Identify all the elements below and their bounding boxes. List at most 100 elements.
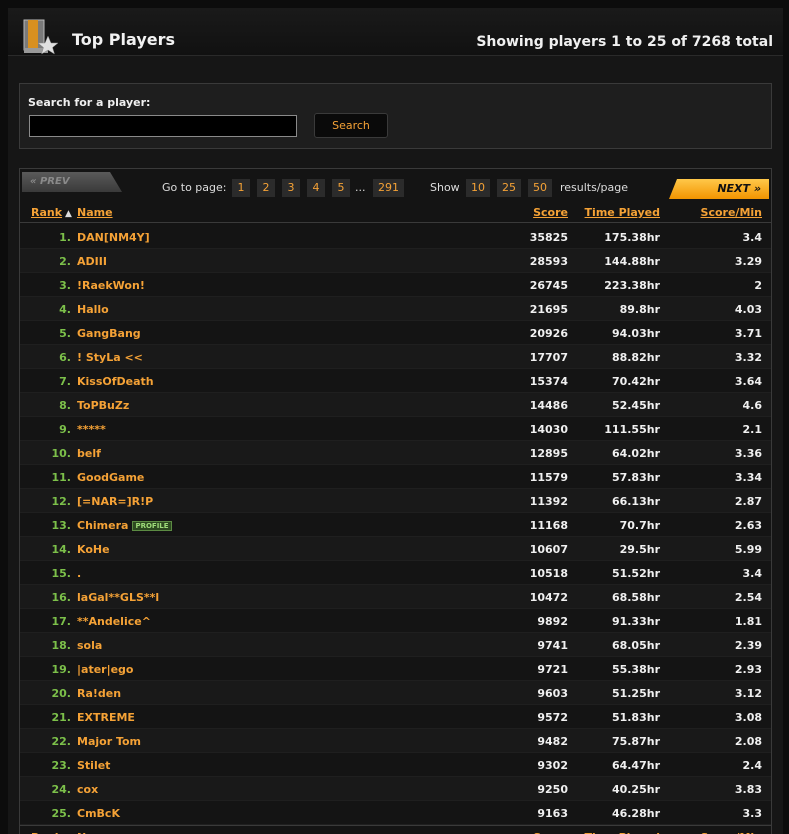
page-size-10[interactable]: 10 xyxy=(466,179,490,197)
page-link-1[interactable]: 1 xyxy=(232,179,250,197)
player-score-per-min-text: 5.99 xyxy=(734,543,762,556)
player-score: 9572 xyxy=(537,711,568,724)
player-name-link[interactable]: ! StyLa << xyxy=(77,351,143,364)
player-name-link[interactable]: sola xyxy=(77,639,102,652)
player-name-link[interactable]: KissOfDeath xyxy=(77,375,154,388)
name-column-header[interactable]: Name xyxy=(77,206,113,219)
player-time-played-text: 64.02hr xyxy=(611,447,660,460)
leaderboard-panel: Top Players Showing players 1 to 25 of 7… xyxy=(8,8,783,834)
player-rank: 12. xyxy=(52,495,72,508)
player-score-text: 28593 xyxy=(529,255,568,268)
player-time-played: 89.8hr xyxy=(620,303,660,316)
table-row: 25. CmBcK 9163 46.28hr 3.3 xyxy=(20,801,771,825)
player-time-played: 70.42hr xyxy=(612,375,660,388)
player-rank: 18. xyxy=(52,639,72,652)
player-name-link-text: !RaekWon! xyxy=(77,279,145,292)
player-name-link[interactable]: cox xyxy=(77,783,98,796)
player-rank: 2. xyxy=(59,255,71,268)
player-score-per-min: 3.64 xyxy=(735,375,762,388)
player-name-link[interactable]: Stilet xyxy=(77,759,110,772)
player-score-per-min-text: 3.36 xyxy=(734,447,762,460)
player-name-link[interactable]: KoHe xyxy=(77,543,110,556)
player-time-played-text: 57.83hr xyxy=(611,471,660,484)
player-score-per-min-text: 2.39 xyxy=(734,639,762,652)
player-name-link[interactable]: **Andelice^ xyxy=(77,615,151,628)
player-name-link[interactable]: |ater|ego xyxy=(77,663,134,676)
player-rank: 21. xyxy=(52,711,72,724)
player-name-link[interactable]: GoodGame xyxy=(77,471,144,484)
page-size-50[interactable]: 50 xyxy=(528,179,552,197)
player-score-text: 14486 xyxy=(529,399,568,412)
player-search-input[interactable] xyxy=(29,115,297,137)
player-score-per-min-text: 2 xyxy=(754,279,762,292)
table-row: 17. **Andelice^ 9892 91.33hr 1.81 xyxy=(20,609,771,633)
page-size-25[interactable]: 25 xyxy=(497,179,521,197)
page-link-3[interactable]: 3 xyxy=(282,179,300,197)
player-name-link[interactable]: Hallo xyxy=(77,303,109,316)
player-name-link[interactable]: Chimera PROFILE xyxy=(77,519,172,532)
score-per-min-column-header[interactable]: Score/Min xyxy=(701,206,762,219)
player-name-link[interactable]: GangBang xyxy=(77,327,141,340)
player-score-per-min-text: 2.1 xyxy=(742,423,763,436)
player-name-link[interactable]: ADIII xyxy=(77,255,107,268)
player-name-link[interactable]: DAN[NM4Y] xyxy=(77,231,150,244)
score-column-header[interactable]: Score xyxy=(533,206,568,219)
player-time-played-text: 89.8hr xyxy=(619,303,660,316)
player-score-per-min-text: 2.63 xyxy=(734,519,762,532)
player-name-link[interactable]: . xyxy=(77,567,81,580)
player-score-per-min: 2.39 xyxy=(735,639,762,652)
player-score: 35825 xyxy=(530,231,568,244)
player-score-per-min-text: 4.03 xyxy=(734,303,762,316)
player-score-per-min-text: 2.08 xyxy=(734,735,762,748)
next-page-button[interactable]: NEXT » xyxy=(669,179,769,199)
player-rank-text: 12. xyxy=(51,495,72,508)
player-name-link[interactable]: ***** xyxy=(77,423,106,436)
profile-badge[interactable]: PROFILE xyxy=(132,521,172,531)
player-name-link[interactable]: EXTREME xyxy=(77,711,135,724)
player-name-link[interactable]: Ra!den xyxy=(77,687,121,700)
player-score-text: 12895 xyxy=(529,447,568,460)
player-name-link[interactable]: belf xyxy=(77,447,101,460)
player-score: 9163 xyxy=(537,807,568,820)
player-score-per-min: 3.29 xyxy=(735,255,762,268)
player-rank: 16. xyxy=(52,591,72,604)
page-link-2[interactable]: 2 xyxy=(257,179,275,197)
player-name-link[interactable]: CmBcK xyxy=(77,807,120,820)
player-name-link[interactable]: !RaekWon! xyxy=(77,279,145,292)
table-row: 11. GoodGame 11579 57.83hr 3.34 xyxy=(20,465,771,489)
player-score-text: 9163 xyxy=(537,807,568,820)
player-name-link[interactable]: [=NAR=]R!P xyxy=(77,495,153,508)
player-name-link[interactable]: Major Tom xyxy=(77,735,141,748)
player-name-link-text: Ra!den xyxy=(77,687,122,700)
player-rank: 19. xyxy=(52,663,72,676)
player-score-per-min-text: 3.12 xyxy=(734,687,762,700)
time-played-column-header[interactable]: Time Played xyxy=(585,206,660,219)
player-name-link-text: **Andelice^ xyxy=(77,615,151,628)
player-score: 12895 xyxy=(530,447,568,460)
player-name-link[interactable]: laGal**GLS**l xyxy=(77,591,159,604)
player-rank-text: 21. xyxy=(51,711,72,724)
sort-ascending-icon: ▲ xyxy=(65,209,72,219)
player-name-link-text: DAN[NM4Y] xyxy=(77,231,150,244)
page-link-4[interactable]: 4 xyxy=(307,179,325,197)
player-name-link-text: . xyxy=(77,567,82,580)
player-score-text: 10518 xyxy=(529,567,568,580)
player-rank-text: 7. xyxy=(59,375,71,388)
player-rank: 11. xyxy=(52,471,72,484)
page-link-last[interactable]: 291 xyxy=(373,179,404,197)
table-row: 5. GangBang 20926 94.03hr 3.71 xyxy=(20,321,771,345)
player-score-text: 9302 xyxy=(537,759,568,772)
rank-column-header[interactable]: Rank ▲ xyxy=(31,206,72,219)
player-name-link-text: Hallo xyxy=(77,303,109,316)
player-rank-text: 2. xyxy=(59,255,71,268)
player-score-per-min: 5.99 xyxy=(735,543,762,556)
player-rank-text: 18. xyxy=(51,639,72,652)
player-name-link[interactable]: ToPBuZz xyxy=(77,399,129,412)
prev-page-button[interactable]: « PREV xyxy=(22,172,122,192)
players-table: « PREV Go to page: 1 2 3 4 5 ... 291 Sho… xyxy=(19,168,772,834)
player-score: 9892 xyxy=(537,615,568,628)
player-score: 17707 xyxy=(530,351,568,364)
player-rank: 22. xyxy=(52,735,72,748)
page-link-5[interactable]: 5 xyxy=(332,179,350,197)
search-button[interactable]: Search xyxy=(314,113,388,138)
